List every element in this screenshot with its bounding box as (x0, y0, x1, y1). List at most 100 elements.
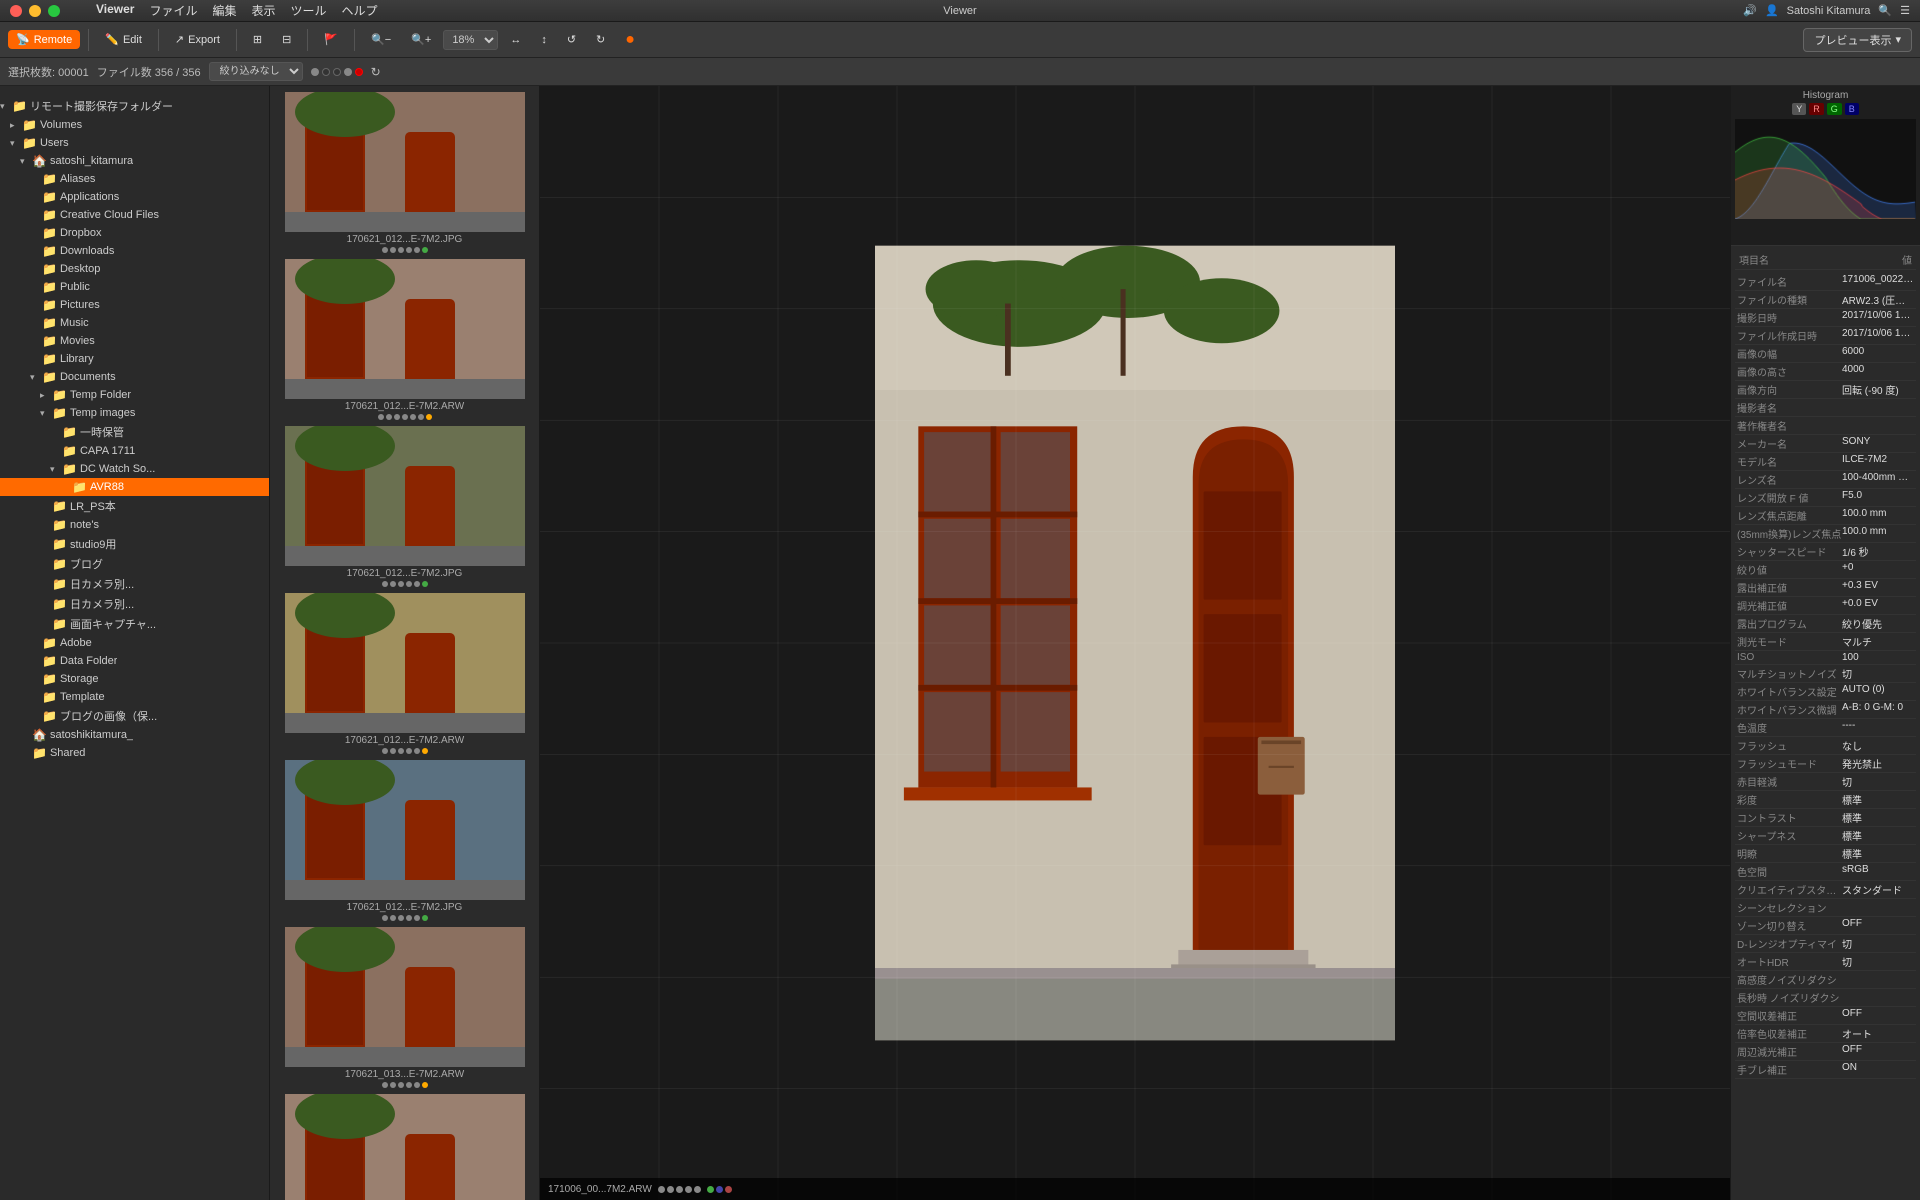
sidebar-item-dc-watch[interactable]: ▾ 📁 DC Watch So... (0, 460, 269, 478)
sidebar-item-downloads[interactable]: 📁 Downloads (0, 242, 269, 260)
menu-view[interactable]: 表示 (252, 2, 276, 19)
dot-red[interactable] (355, 68, 363, 76)
menu-edit[interactable]: 編集 (213, 2, 237, 19)
export-button[interactable]: ↗ Export (167, 30, 228, 49)
zoom-out-button[interactable]: 🔍− (363, 30, 399, 49)
sidebar-item-music[interactable]: 📁 Music (0, 314, 269, 332)
sidebar-item-satoshikitamura[interactable]: 🏠 satoshikitamura_ (0, 726, 269, 744)
sidebar-item-note[interactable]: 📁 note's (0, 516, 269, 534)
sidebar-item-adobe[interactable]: 📁 Adobe (0, 634, 269, 652)
meta-key: ISO (1737, 652, 1842, 663)
menu-bar: Viewer ファイル 編集 表示 ツール ヘルプ (96, 2, 378, 19)
sidebar-item-temp-images[interactable]: ▾ 📁 Temp images (0, 404, 269, 422)
statusbar: 選択枚数: 00001 ファイル数 356 / 356 絞り込みなし ★1以上 … (0, 58, 1920, 86)
meta-val: スタンダード (1842, 882, 1914, 897)
close-button[interactable] (10, 5, 22, 17)
sidebar-item-capa1711[interactable]: 📁 CAPA 1711 (0, 442, 269, 460)
meta-row: 倍率色収差補正 オート (1735, 1025, 1916, 1043)
fit-height-button[interactable]: ↕ (533, 31, 555, 49)
sidebar-item-temp-folder[interactable]: ▸ 📁 Temp Folder (0, 386, 269, 404)
meta-row: 著作権者名 (1735, 417, 1916, 435)
meta-val: 171006_0022_ILCE-7M2.ARW (1842, 274, 1914, 289)
maximize-button[interactable] (48, 5, 60, 17)
sidebar-item-blog[interactable]: 📁 ブログ (0, 554, 269, 574)
thumb-image (285, 927, 525, 1067)
sidebar-item-satoshi[interactable]: ▾ 🏠 satoshi_kitamura (0, 152, 269, 170)
hist-channel-Y[interactable]: Y (1792, 103, 1806, 115)
meta-row: フラッシュモード 発光禁止 (1735, 755, 1916, 773)
sidebar-item-applications[interactable]: 📁 Applications (0, 188, 269, 206)
dot-empty1[interactable] (322, 68, 330, 76)
sidebar-item-storage[interactable]: 📁 Storage (0, 670, 269, 688)
zoom-in-button[interactable]: 🔍+ (403, 30, 439, 49)
star-button[interactable]: ● (617, 28, 643, 52)
menu-help[interactable]: ヘルプ (342, 2, 378, 19)
rotate-cw-button[interactable]: ↻ (588, 30, 613, 49)
thumb-item[interactable]: 170621_012...E-7M2.JPG (274, 758, 535, 923)
dot-empty2[interactable] (333, 68, 341, 76)
zoom-select[interactable]: 18% 25% 50% 100% (443, 30, 498, 50)
sidebar-item-hikame-b[interactable]: 📁 日カメラ別... (0, 574, 269, 594)
dot-gray[interactable] (311, 68, 319, 76)
sidebar-item-shared[interactable]: 📁 Shared (0, 744, 269, 762)
meta-key: メーカー名 (1737, 436, 1842, 451)
sidebar-item-studio9[interactable]: 📁 studio9用 (0, 534, 269, 554)
sidebar-item-cc-files[interactable]: 📁 Creative Cloud Files (0, 206, 269, 224)
sidebar-item-template[interactable]: 📁 Template (0, 688, 269, 706)
remote-button[interactable]: 📡 Remote (8, 30, 80, 49)
flag-button[interactable]: 🚩 (316, 30, 346, 49)
sidebar-item-volumes[interactable]: ▸ 📁 Volumes (0, 116, 269, 134)
sidebar-item-data-folder[interactable]: 📁 Data Folder (0, 652, 269, 670)
folder-icon: 📁 (52, 518, 67, 532)
folder-icon: 📁 (52, 388, 67, 402)
sidebar-item-hikame-b2[interactable]: 📁 日カメラ別... (0, 594, 269, 614)
sidebar-item-lr-ps[interactable]: 📁 LR_PS本 (0, 496, 269, 516)
thumb-item[interactable]: 170621_012...E-7M2.ARW (274, 591, 535, 756)
sidebar-item-movies[interactable]: 📁 Movies (0, 332, 269, 350)
meta-key: 周辺減光補正 (1737, 1044, 1842, 1059)
hist-channel-R[interactable]: R (1809, 103, 1824, 115)
folder-icon: 📁 (32, 746, 47, 760)
layout-button[interactable]: ⊟ (274, 30, 299, 49)
sidebar-item-avr88[interactable]: 📁 AVR88 (0, 478, 269, 496)
menu-tools[interactable]: ツール (291, 2, 327, 19)
thumb-item[interactable]: 170621_012...E-7M2.ARW (274, 257, 535, 422)
folder-icon: 📁 (22, 118, 37, 132)
rotate-ccw-button[interactable]: ↺ (559, 30, 584, 49)
thumb-item[interactable]: 170621_012...E-7M2.JPG (274, 90, 535, 255)
sidebar-item-desktop[interactable]: 📁 Desktop (0, 260, 269, 278)
meta-key: クリエイティブスタイル (1737, 882, 1842, 897)
sidebar-item-blog-img[interactable]: 📁 ブログの画像（保... (0, 706, 269, 726)
tree-label: Users (40, 137, 69, 149)
hist-channel-B[interactable]: B (1845, 103, 1859, 115)
sidebar-item-public[interactable]: 📁 Public (0, 278, 269, 296)
sidebar-item-aliases[interactable]: 📁 Aliases (0, 170, 269, 188)
right-panel: Histogram Y R G B 項目名 値 ファイル名 171006_002… (1730, 86, 1920, 1200)
view-mode-button[interactable]: ⊞ (245, 30, 270, 49)
search-icon[interactable]: 🔍 (1878, 4, 1892, 17)
sidebar-item-dropbox[interactable]: 📁 Dropbox (0, 224, 269, 242)
thumb-item[interactable]: 170621_013...E-7M2.JPG (274, 1092, 535, 1200)
preview-toggle-button[interactable]: プレビュー表示 ▾ (1803, 28, 1912, 52)
menu-file[interactable]: ファイル (149, 2, 197, 19)
sidebar-item-remote-shooting[interactable]: ▾ 📁 リモート撮影保存フォルダー (0, 96, 269, 116)
sidebar-item-issho[interactable]: 📁 一時保管 (0, 422, 269, 442)
tree-label: Storage (60, 673, 99, 685)
filter-select[interactable]: 絞り込みなし ★1以上 ★2以上 (209, 62, 303, 81)
menu-viewer[interactable]: Viewer (96, 2, 134, 19)
sidebar-item-documents[interactable]: ▾ 📁 Documents (0, 368, 269, 386)
tree-label: Movies (60, 335, 95, 347)
sidebar-item-library[interactable]: 📁 Library (0, 350, 269, 368)
meta-val: 100 (1842, 652, 1914, 663)
hist-channel-G[interactable]: G (1827, 103, 1842, 115)
minimize-button[interactable] (29, 5, 41, 17)
tree-arrow: ▸ (40, 390, 52, 401)
thumb-item[interactable]: 170621_012...E-7M2.JPG (274, 424, 535, 589)
sidebar-item-users[interactable]: ▾ 📁 Users (0, 134, 269, 152)
sidebar-item-gazou[interactable]: 📁 画面キャプチャ... (0, 614, 269, 634)
edit-button[interactable]: ✏️ Edit (97, 30, 150, 49)
fit-width-button[interactable]: ↔ (502, 31, 529, 49)
sidebar-item-pictures[interactable]: 📁 Pictures (0, 296, 269, 314)
menu-icon[interactable]: ☰ (1900, 4, 1910, 17)
thumb-item[interactable]: 170621_013...E-7M2.ARW (274, 925, 535, 1090)
